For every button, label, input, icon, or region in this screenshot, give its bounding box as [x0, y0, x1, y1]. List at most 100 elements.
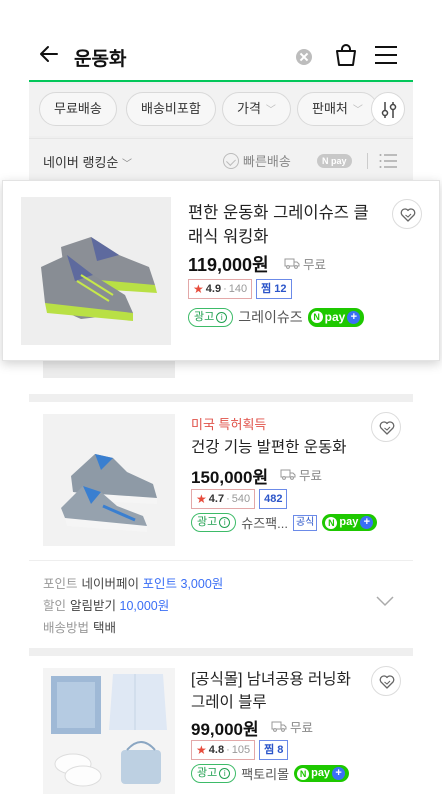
divider	[367, 153, 368, 169]
sneaker-image	[43, 414, 175, 546]
chevron-down-icon: ﹀	[265, 105, 276, 116]
npay-badge: Npay +	[294, 765, 350, 782]
product-name-line2[interactable]: 래식 워킹화	[188, 225, 268, 249]
ad-label: 광고	[197, 516, 218, 528]
npay-filter-toggle[interactable]: N pay	[317, 154, 352, 168]
filter-chip-seller[interactable]: 판매처 ﹀	[297, 92, 378, 126]
product-name[interactable]: [공식몰] 남녀공용 러닝화	[191, 668, 351, 691]
ad-label: 광고	[197, 767, 218, 779]
sort-bar: 네이버 랭킹순 ﹀ 빠른배송 N pay	[29, 138, 413, 182]
back-arrow-icon[interactable]	[37, 42, 61, 66]
sort-label: 네이버 랭킹순	[43, 155, 119, 170]
filter-chip-price[interactable]: 가격 ﹀	[222, 92, 291, 126]
review-count: 540	[231, 493, 251, 505]
ad-badge[interactable]: 광고 i	[188, 307, 234, 327]
chip-label: 무료배송	[54, 101, 102, 116]
npay-label: pay	[339, 516, 359, 528]
ad-badge[interactable]: 광고 i	[191, 513, 237, 532]
npay-label: pay	[311, 767, 331, 779]
chip-label: 판매처	[312, 101, 348, 116]
zzim-count: 8	[277, 744, 284, 756]
wishlist-button[interactable]	[371, 412, 401, 442]
product-name-line2[interactable]: 그레이 블루	[191, 691, 267, 714]
point-key: 포인트	[43, 577, 78, 591]
filter-settings-button[interactable]	[371, 92, 405, 126]
chevron-down-icon[interactable]	[375, 594, 395, 608]
filter-chip-bar: 무료배송 배송비포함 가격 ﹀ 판매처 ﹀	[29, 84, 413, 136]
search-query[interactable]: 운동화	[74, 44, 126, 71]
delivery-method-row: 배송방법 택배	[43, 617, 116, 636]
heart-icon	[379, 421, 395, 435]
plus-icon: +	[347, 310, 361, 324]
npay-n-icon: N	[325, 516, 338, 529]
rating-badge: ★ 4.9 · 140	[188, 279, 253, 299]
shipping-label: 무료	[303, 258, 327, 272]
shopping-bag-icon[interactable]	[333, 42, 359, 68]
chip-label: 배송비포함	[141, 101, 201, 116]
point-amount: 포인트 3,000원	[142, 577, 224, 591]
rating-row: ★ 4.7 · 540 482	[191, 489, 288, 509]
discount-value: 알림받기	[70, 599, 117, 613]
fast-delivery-label: 빠른배송	[243, 154, 291, 169]
wishlist-button[interactable]	[392, 199, 422, 229]
discount-amount: 10,000원	[119, 599, 170, 613]
rating-value: 4.9	[205, 283, 222, 295]
zzim-badge: 찜 8	[259, 740, 289, 760]
info-icon: i	[219, 517, 231, 528]
point-row: 포인트 네이버페이 포인트 3,000원	[43, 573, 223, 592]
seller-name[interactable]: 그레이슈즈	[238, 307, 302, 327]
rating-badge: ★ 4.8 · 105	[191, 740, 256, 760]
sort-dropdown[interactable]: 네이버 랭킹순 ﹀	[43, 152, 132, 171]
npay-n-icon: N	[297, 767, 310, 780]
product-price: 99,000원	[191, 720, 259, 739]
delivery-value: 택배	[93, 621, 117, 635]
star-icon: ★	[196, 743, 207, 757]
fast-delivery-toggle[interactable]: 빠른배송	[223, 151, 291, 170]
rating-badge: ★ 4.7 · 540	[191, 489, 256, 509]
chevron-down-icon: ﹀	[352, 105, 363, 116]
seller-name[interactable]: 슈즈팩...	[241, 513, 288, 532]
heart-icon	[400, 208, 416, 222]
review-count: 140	[228, 283, 248, 295]
rating-value: 4.7	[208, 493, 225, 505]
shipping-label: 무료	[299, 469, 323, 483]
wishlist-button[interactable]	[371, 666, 401, 696]
zzim-badge: 찜 12	[256, 279, 292, 299]
clear-search-icon[interactable]	[296, 49, 312, 65]
npay-badge: Npay +	[307, 307, 365, 327]
zzim-badge: 482	[259, 489, 288, 509]
list-view-icon[interactable]	[379, 154, 397, 168]
review-count: 105	[231, 744, 251, 756]
shipping-label: 무료	[290, 721, 314, 735]
product-name[interactable]: 건강 기능 발편한 운동화	[191, 436, 347, 459]
product-image[interactable]	[43, 414, 175, 546]
chevron-down-icon: ﹀	[122, 159, 132, 170]
sliders-icon	[381, 102, 397, 118]
patent-badge: 미국 특허획득	[191, 417, 267, 432]
discount-key: 할인	[43, 599, 67, 613]
zzim-label: 찜	[261, 283, 272, 295]
truck-icon	[280, 469, 296, 480]
product-card[interactable]: [공식몰] 남녀공용 러닝화 그레이 블루 99,000원 무료 ★ 4.8 · 10…	[29, 656, 413, 794]
official-badge: 공식	[292, 514, 318, 531]
rating-value: 4.8	[208, 744, 225, 756]
star-icon: ★	[196, 492, 207, 506]
product-image[interactable]	[43, 668, 175, 794]
heart-icon	[379, 675, 395, 689]
filter-chip-free-shipping[interactable]: 무료배송	[39, 92, 117, 126]
npay-badge: Npay +	[322, 514, 378, 531]
product-card-highlighted[interactable]: 편한 운동화 그레이슈즈 클 래식 워킹화 119,000원 무료 ★ 4.9 · 1…	[2, 180, 440, 361]
product-card[interactable]: 미국 특허획득 건강 기능 발편한 운동화 150,000원 무료 ★ 4.7 · 5…	[29, 402, 413, 560]
outfit-image	[43, 668, 175, 794]
seller-row: 광고 i 슈즈팩... 공식 Npay +	[191, 513, 378, 532]
info-icon: i	[216, 311, 228, 323]
filter-chip-shipping-included[interactable]: 배송비포함	[126, 92, 216, 126]
product-name[interactable]: 편한 운동화 그레이슈즈 클	[188, 201, 369, 225]
seller-row: 광고 i 팩토리몰 Npay +	[191, 764, 350, 783]
ad-badge[interactable]: 광고 i	[191, 764, 237, 783]
hamburger-menu-icon[interactable]	[375, 46, 397, 64]
point-info-panel[interactable]: 포인트 네이버페이 포인트 3,000원 할인 알림받기 10,000원 배송방법 택…	[29, 560, 413, 648]
seller-name[interactable]: 팩토리몰	[241, 764, 289, 783]
product-image[interactable]	[21, 197, 171, 345]
sneaker-image	[21, 197, 171, 345]
